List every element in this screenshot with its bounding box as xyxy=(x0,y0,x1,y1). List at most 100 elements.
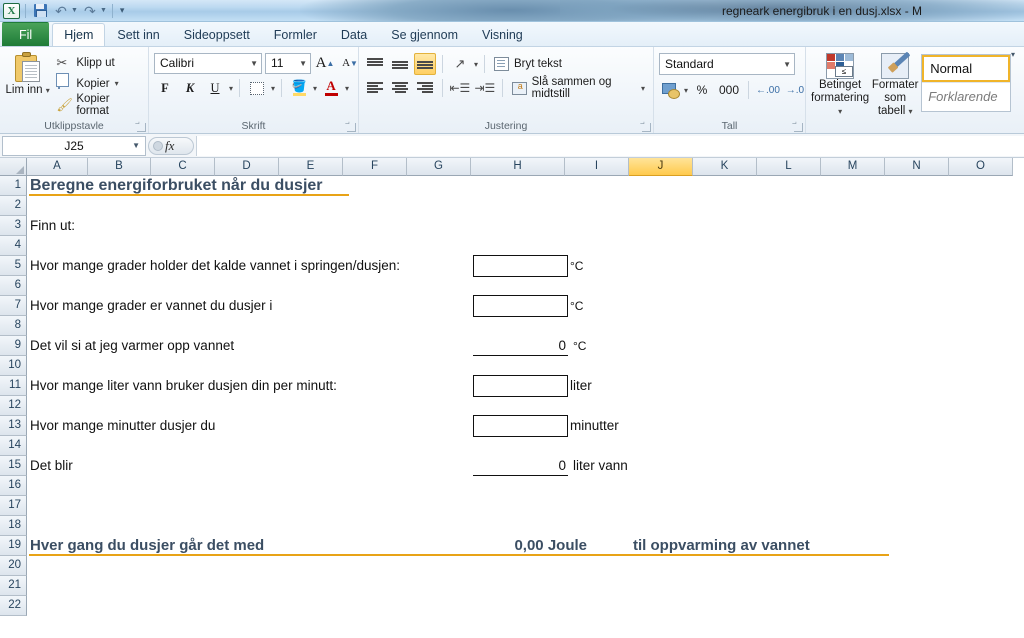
name-box-caret-icon[interactable]: ▼ xyxy=(132,141,140,150)
name-box[interactable]: J25 ▼ xyxy=(2,135,146,156)
style-normal[interactable]: Normal xyxy=(922,55,1010,82)
tab-hjem[interactable]: Hjem xyxy=(52,23,106,46)
font-color-caret-icon[interactable]: ▾ xyxy=(345,84,349,93)
align-center-button[interactable] xyxy=(389,77,411,99)
column-header-j[interactable]: J xyxy=(629,158,693,176)
italic-button[interactable]: K xyxy=(179,77,201,99)
bold-button[interactable]: F xyxy=(154,77,176,99)
decrease-indent-button[interactable]: ⇤☰ xyxy=(449,77,471,99)
number-format-caret-icon[interactable]: ▼ xyxy=(777,60,791,69)
number-dialog-launcher[interactable] xyxy=(794,123,803,132)
font-size-input[interactable]: 11 ▼ xyxy=(265,52,311,74)
underline-button[interactable]: U xyxy=(204,77,226,99)
gallery-scroll-controls[interactable]: ▾ xyxy=(1011,50,1015,65)
number-format-select[interactable]: Standard ▼ xyxy=(659,53,795,75)
cells-area[interactable]: Beregne energiforbruket når du dusjer Fi… xyxy=(27,176,1024,616)
table-dropdown-caret-icon[interactable]: ▾ xyxy=(909,107,913,116)
increase-indent-button[interactable]: ⇥☰ xyxy=(474,77,496,99)
align-left-button[interactable] xyxy=(364,77,386,99)
row-header-1[interactable]: 1 xyxy=(0,176,27,196)
merge-dropdown-caret-icon[interactable]: ▾ xyxy=(641,84,645,93)
row-header-19[interactable]: 19 xyxy=(0,536,27,556)
tab-data[interactable]: Data xyxy=(329,23,379,46)
row-header-17[interactable]: 17 xyxy=(0,496,27,516)
column-header-h[interactable]: H xyxy=(471,158,565,176)
row-header-5[interactable]: 5 xyxy=(0,256,27,276)
tab-sett-inn[interactable]: Sett inn xyxy=(105,23,171,46)
conditional-formatting-button[interactable]: ≤ Betinget formatering ▾ xyxy=(811,50,869,118)
column-header-d[interactable]: D xyxy=(215,158,279,176)
column-header-i[interactable]: I xyxy=(565,158,629,176)
currency-dropdown-caret-icon[interactable]: ▾ xyxy=(684,86,688,95)
wrap-text-button[interactable]: Bryt tekst xyxy=(491,54,565,75)
merge-center-button[interactable]: Slå sammen og midtstill ▾ xyxy=(509,76,648,100)
decrease-decimal-button[interactable]: →.0 xyxy=(784,79,806,101)
style-forklarende[interactable]: Forklarende xyxy=(922,82,1010,109)
tab-se-gjennom[interactable]: Se gjennom xyxy=(379,23,470,46)
gallery-more-icon[interactable]: ▾ xyxy=(1011,50,1015,59)
paste-dropdown-caret-icon[interactable]: ▾ xyxy=(46,86,50,95)
copy-dropdown-caret-icon[interactable]: ▾ xyxy=(115,79,119,88)
row-header-3[interactable]: 3 xyxy=(0,216,27,236)
column-header-n[interactable]: N xyxy=(885,158,949,176)
row-header-4[interactable]: 4 xyxy=(0,236,27,256)
tab-fil[interactable]: Fil xyxy=(2,22,50,46)
row-header-2[interactable]: 2 xyxy=(0,196,27,216)
cut-button[interactable]: ✂ Klipp ut xyxy=(53,53,143,72)
row-header-18[interactable]: 18 xyxy=(0,516,27,536)
tab-sideoppsett[interactable]: Sideoppsett xyxy=(172,23,262,46)
copy-button[interactable]: Kopier ▾ xyxy=(53,74,143,93)
row-header-7[interactable]: 7 xyxy=(0,296,27,316)
font-name-input[interactable]: Calibri ▼ xyxy=(154,52,262,74)
row-header-15[interactable]: 15 xyxy=(0,456,27,476)
borders-button[interactable] xyxy=(246,77,268,99)
currency-button[interactable] xyxy=(659,79,681,101)
row-header-11[interactable]: 11 xyxy=(0,376,27,396)
paste-button[interactable]: Lim inn ▾ xyxy=(5,50,50,97)
shower-temp-input[interactable] xyxy=(473,295,568,317)
comma-style-button[interactable]: 000 xyxy=(716,79,742,101)
column-header-l[interactable]: L xyxy=(757,158,821,176)
row-header-12[interactable]: 12 xyxy=(0,396,27,416)
borders-dropdown-caret-icon[interactable]: ▾ xyxy=(271,84,275,93)
litres-per-minute-input[interactable] xyxy=(473,375,568,397)
select-all-button[interactable] xyxy=(0,158,27,176)
align-bottom-button[interactable] xyxy=(414,53,436,75)
cold-water-input[interactable] xyxy=(473,255,568,277)
format-as-table-button[interactable]: Formater som tabell ▾ xyxy=(869,50,921,118)
increase-decimal-button[interactable]: ←.00 xyxy=(755,79,781,101)
fill-color-button[interactable]: 🪣 xyxy=(288,77,310,99)
column-header-f[interactable]: F xyxy=(343,158,407,176)
minutes-input[interactable] xyxy=(473,415,568,437)
underline-dropdown-caret-icon[interactable]: ▾ xyxy=(229,84,233,93)
row-header-22[interactable]: 22 xyxy=(0,596,27,616)
grow-font-button[interactable]: A ▲ xyxy=(314,52,336,74)
alignment-dialog-launcher[interactable] xyxy=(642,123,651,132)
column-header-a[interactable]: A xyxy=(27,158,88,176)
row-header-10[interactable]: 10 xyxy=(0,356,27,376)
row-header-21[interactable]: 21 xyxy=(0,576,27,596)
column-header-m[interactable]: M xyxy=(821,158,885,176)
column-header-b[interactable]: B xyxy=(88,158,151,176)
row-header-6[interactable]: 6 xyxy=(0,276,27,296)
font-size-caret-icon[interactable]: ▼ xyxy=(293,59,307,68)
align-right-button[interactable] xyxy=(414,77,436,99)
cf-dropdown-caret-icon[interactable]: ▾ xyxy=(838,107,842,116)
percent-style-button[interactable]: % xyxy=(691,79,713,101)
column-header-g[interactable]: G xyxy=(407,158,471,176)
align-top-button[interactable] xyxy=(364,53,386,75)
align-middle-button[interactable] xyxy=(389,53,411,75)
orientation-dropdown-caret-icon[interactable]: ▾ xyxy=(474,60,478,69)
row-header-9[interactable]: 9 xyxy=(0,336,27,356)
font-name-caret-icon[interactable]: ▼ xyxy=(244,59,258,68)
font-dialog-launcher[interactable] xyxy=(347,123,356,132)
column-header-e[interactable]: E xyxy=(279,158,343,176)
column-header-c[interactable]: C xyxy=(151,158,215,176)
orientation-button[interactable]: ↗ xyxy=(449,53,471,75)
insert-function-button[interactable]: fx xyxy=(148,136,194,155)
column-header-k[interactable]: K xyxy=(693,158,757,176)
fill-color-caret-icon[interactable]: ▾ xyxy=(313,84,317,93)
row-header-13[interactable]: 13 xyxy=(0,416,27,436)
clipboard-dialog-launcher[interactable] xyxy=(137,123,146,132)
font-color-button[interactable]: A xyxy=(320,77,342,99)
